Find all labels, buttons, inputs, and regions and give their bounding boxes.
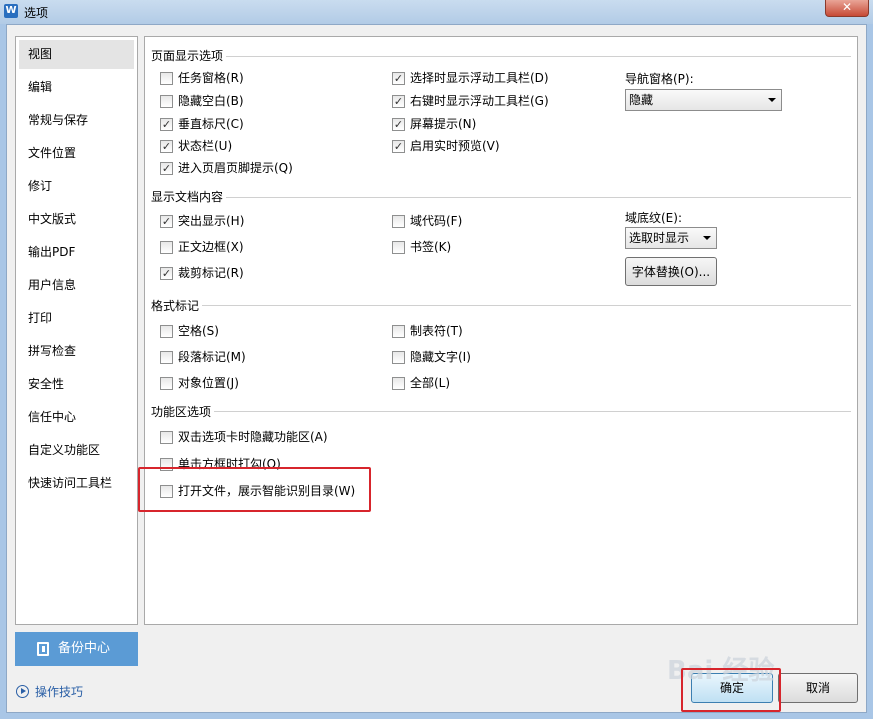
sidebar-item-spell-check[interactable]: 拼写检查 [19, 337, 134, 366]
backup-center-label: 备份中心 [58, 641, 111, 656]
play-circle-icon [16, 685, 29, 698]
sidebar-item-user-info[interactable]: 用户信息 [19, 271, 134, 300]
highlight-box-smart-toc [138, 467, 371, 512]
sidebar: 视图 编辑 常规与保存 文件位置 修订 中文版式 输出PDF 用户信息 打印 拼… [15, 36, 138, 625]
checkbox-box [160, 431, 173, 444]
field-shading-label: 域底纹(E): [625, 211, 682, 225]
checkbox-label: 右键时显示浮动工具栏(G) [410, 94, 549, 108]
checkbox-box [392, 377, 405, 390]
checkbox-box [160, 72, 173, 85]
section-divider [153, 56, 851, 57]
sidebar-item-edit[interactable]: 编辑 [19, 73, 134, 102]
tips-label: 操作技巧 [35, 685, 84, 699]
checkbox-label: 任务窗格(R) [178, 71, 244, 85]
checkbox-box: ✓ [392, 118, 405, 131]
checkbox-box: ✓ [160, 162, 173, 175]
checkbox-label: 隐藏空白(B) [178, 94, 244, 108]
checkbox-box [392, 351, 405, 364]
sidebar-item-revision[interactable]: 修订 [19, 172, 134, 201]
section-title-format-marks: 格式标记 [151, 297, 203, 314]
dialog-body: 视图 编辑 常规与保存 文件位置 修订 中文版式 输出PDF 用户信息 打印 拼… [6, 24, 867, 713]
sidebar-item-security[interactable]: 安全性 [19, 370, 134, 399]
sidebar-item-general-save[interactable]: 常规与保存 [19, 106, 134, 135]
sidebar-item-file-location[interactable]: 文件位置 [19, 139, 134, 168]
checkbox-box [160, 325, 173, 338]
section-divider [153, 411, 851, 412]
checkbox-label: 空格(S) [178, 324, 219, 338]
checkbox-label: 书签(K) [410, 240, 452, 254]
sidebar-item-customize-ribbon[interactable]: 自定义功能区 [19, 436, 134, 465]
checkbox-label: 裁剪标记(R) [178, 266, 244, 280]
checkbox-label: 隐藏文字(I) [410, 350, 471, 364]
checkbox-box [160, 241, 173, 254]
backup-icon [37, 642, 49, 656]
window-title: 选项 [24, 6, 49, 20]
section-divider [153, 197, 851, 198]
checkbox-label: 屏幕提示(N) [410, 117, 477, 131]
section-title-ribbon: 功能区选项 [151, 403, 215, 420]
section-title-page-display: 页面显示选项 [151, 47, 227, 64]
checkbox-label: 制表符(T) [410, 324, 463, 338]
checkbox-box: ✓ [392, 72, 405, 85]
font-substitution-button[interactable]: 字体替换(O)... [625, 257, 717, 286]
checkbox-box: ✓ [160, 140, 173, 153]
checkbox-label: 全部(L) [410, 376, 451, 390]
checkbox-label: 突出显示(H) [178, 214, 245, 228]
chevron-down-icon [703, 236, 711, 240]
checkbox-label: 垂直标尺(C) [178, 117, 244, 131]
checkbox-box [160, 377, 173, 390]
checkbox-label: 选择时显示浮动工具栏(D) [410, 71, 549, 85]
checkbox-box: ✓ [160, 267, 173, 280]
sidebar-item-quick-access[interactable]: 快速访问工具栏 [19, 469, 134, 498]
checkbox-box [160, 351, 173, 364]
sidebar-item-export-pdf[interactable]: 输出PDF [19, 238, 134, 267]
cancel-button[interactable]: 取消 [778, 673, 858, 703]
field-shading-select[interactable]: 选取时显示 [625, 227, 717, 249]
highlight-box-ok [681, 668, 781, 712]
section-divider [153, 305, 851, 306]
options-panel: 页面显示选项 任务窗格(R) 隐藏空白(B) ✓ 垂直标尺(C) ✓ 状态栏(U) … [144, 36, 858, 625]
checkbox-box: ✓ [392, 95, 405, 108]
nav-pane-select[interactable]: 隐藏 [625, 89, 782, 111]
checkbox-label: 段落标记(M) [178, 350, 246, 364]
checkbox-box: ✓ [160, 215, 173, 228]
checkbox-label: 域代码(F) [410, 214, 463, 228]
checkbox-box [392, 241, 405, 254]
sidebar-item-view[interactable]: 视图 [19, 40, 134, 69]
checkbox-label: 状态栏(U) [178, 139, 233, 153]
checkbox-label: 启用实时预览(V) [410, 139, 500, 153]
field-shading-value: 选取时显示 [629, 231, 690, 245]
nav-pane-label: 导航窗格(P): [625, 72, 694, 86]
checkbox-label: 正文边框(X) [178, 240, 244, 254]
sidebar-item-trust-center[interactable]: 信任中心 [19, 403, 134, 432]
checkbox-box: ✓ [392, 140, 405, 153]
section-title-doc-content: 显示文档内容 [151, 188, 227, 205]
backup-center-button[interactable]: 备份中心 [15, 632, 138, 666]
checkbox-box [392, 215, 405, 228]
checkbox-box: ✓ [160, 118, 173, 131]
checkbox-box [160, 95, 173, 108]
checkbox-label: 双击选项卡时隐藏功能区(A) [178, 430, 328, 444]
sidebar-item-chinese-layout[interactable]: 中文版式 [19, 205, 134, 234]
close-icon[interactable]: ✕ [825, 0, 869, 17]
checkbox-box [392, 325, 405, 338]
checkbox-label: 对象位置(J) [178, 376, 239, 390]
title-bar: W 选项 ✕ [0, 0, 873, 24]
chevron-down-icon [768, 98, 776, 102]
sidebar-item-print[interactable]: 打印 [19, 304, 134, 333]
nav-pane-value: 隐藏 [629, 93, 654, 107]
checkbox-label: 进入页眉页脚提示(Q) [178, 161, 293, 175]
app-icon: W [4, 4, 18, 18]
